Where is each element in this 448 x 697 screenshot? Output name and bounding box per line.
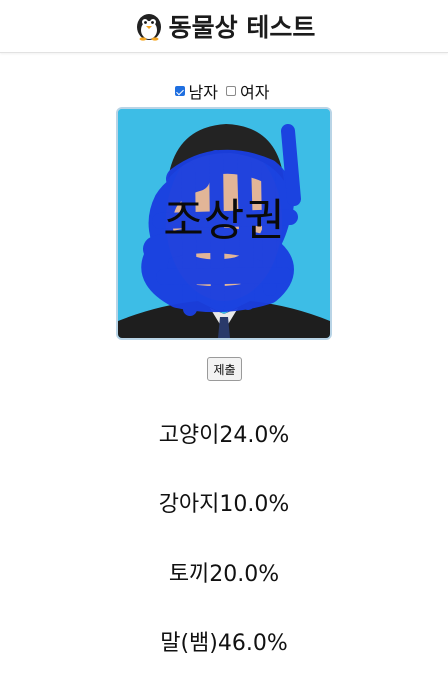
gender-selector: 남자 여자: [0, 80, 448, 102]
photo-overlay-text: 조상권: [163, 195, 284, 246]
male-checkbox[interactable]: [174, 86, 185, 96]
photo-image: 조상권: [118, 109, 330, 338]
app-header: 동물상 테스트: [0, 0, 448, 53]
female-label[interactable]: 여자: [240, 79, 269, 103]
page-title: 동물상 테스트: [168, 13, 316, 42]
penguin-icon: [136, 14, 161, 41]
result-dog: 강아지10.0%: [158, 492, 290, 517]
result-rabbit: 토끼20.0%: [168, 562, 280, 587]
uploaded-photo[interactable]: 조상권: [116, 107, 332, 340]
result-horse: 말(뱀)46.0%: [160, 631, 288, 656]
submit-button[interactable]: 제출: [207, 357, 242, 381]
result-cat: 고양이24.0%: [158, 423, 290, 448]
female-checkbox[interactable]: [226, 86, 236, 96]
brand: 동물상 테스트: [133, 8, 316, 44]
male-label[interactable]: 남자: [189, 79, 218, 103]
